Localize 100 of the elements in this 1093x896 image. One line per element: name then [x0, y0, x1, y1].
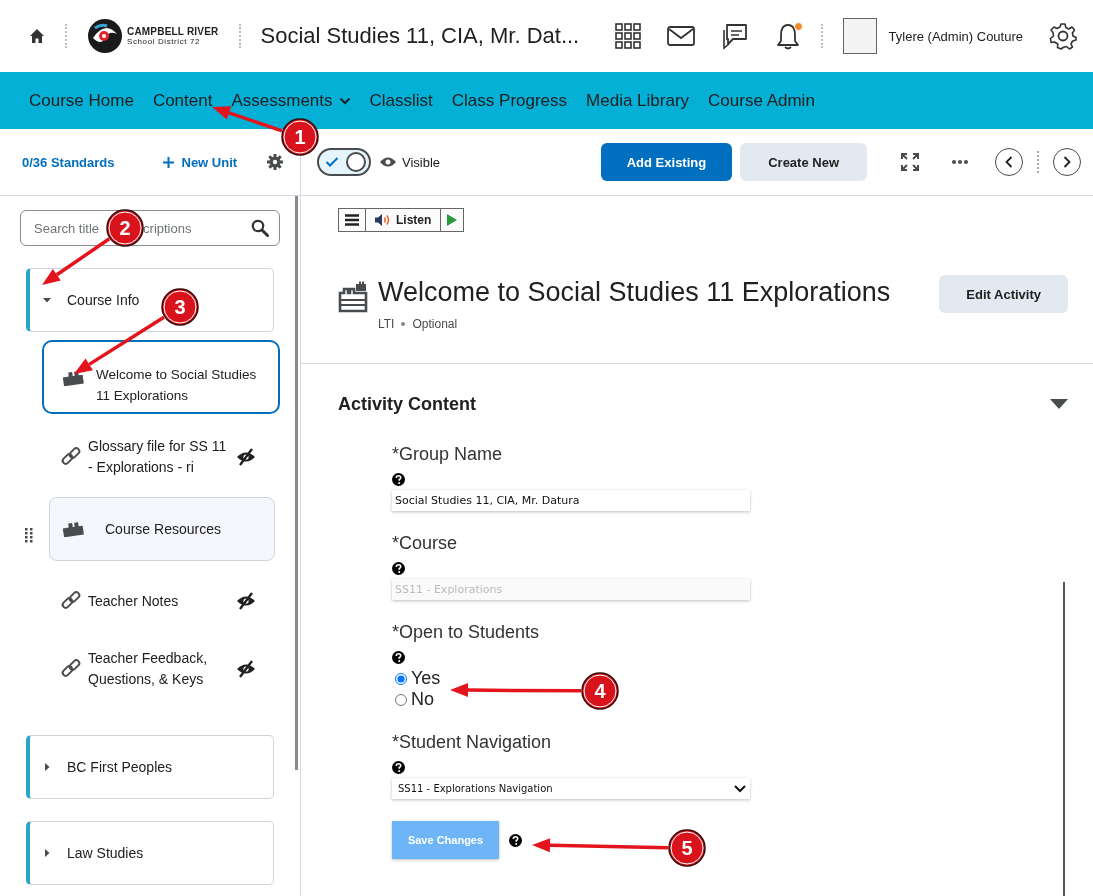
section-title: Activity Content [338, 393, 476, 415]
item-title: Welcome to Social Studies 11 Explorations [96, 366, 258, 405]
chevron-right-icon [1063, 156, 1071, 168]
eye-slash-icon [236, 448, 256, 466]
field-label: *Group Name [392, 444, 503, 465]
item-title: Course Resources [105, 519, 222, 539]
chevron-down-icon [734, 784, 746, 793]
settings-icon [266, 153, 284, 171]
chat-button[interactable] [720, 22, 749, 50]
checkmark-icon [325, 156, 339, 168]
home-button[interactable] [29, 28, 45, 44]
listen-label[interactable]: Listen [396, 213, 432, 227]
separator-dot [401, 322, 406, 326]
text-field[interactable]: Social Studies 11, CIA, Mr. Datura [392, 490, 750, 511]
menu-icon[interactable] [345, 214, 359, 226]
scrollbar[interactable] [1063, 582, 1065, 896]
nav-link[interactable]: Media Library [586, 90, 690, 111]
step-number-badge: 3 [161, 288, 199, 326]
nav-link[interactable]: Assessments [231, 90, 351, 111]
bell-icon [774, 22, 801, 50]
content-item[interactable]: Welcome to Social Studies 11 Explorations [42, 340, 280, 414]
eye-slash-icon [236, 592, 256, 610]
activity-title: Welcome to Social Studies 11 Explorations [378, 276, 892, 309]
edit-activity-button[interactable]: Edit Activity [939, 275, 1068, 313]
help-icon [392, 562, 405, 575]
step-number-badge: 2 [106, 209, 144, 247]
home-icon [29, 28, 45, 44]
link-icon [60, 590, 82, 612]
new-unit-link[interactable]: New Unit [162, 154, 238, 170]
content-item[interactable]: Teacher Feedback, Questions, & Keys [58, 636, 278, 702]
unit-card[interactable]: Law Studies [26, 821, 274, 885]
settings-button[interactable] [1049, 22, 1077, 50]
field-label: *Open to Students [392, 622, 540, 643]
notifications-button[interactable] [774, 22, 801, 50]
unit-title: BC First Peoples [67, 759, 173, 775]
chat-icon [720, 22, 749, 50]
radio-button[interactable] [395, 693, 407, 706]
content-item[interactable]: Glossary file for SS 11 - Explorations - ri [58, 424, 278, 490]
link-icon [60, 446, 82, 468]
speaker-icon [374, 213, 392, 227]
unit-title: Course Info [67, 292, 140, 308]
add-existing-button[interactable]: Add Existing [600, 143, 733, 181]
play-icon[interactable] [447, 214, 458, 226]
logo-name: CAMPBELL RIVER [127, 26, 219, 37]
nav-link[interactable]: Course Admin [708, 90, 815, 111]
help-icon [509, 833, 522, 847]
unit-card[interactable]: BC First Peoples [26, 735, 274, 799]
help-icon [392, 473, 405, 486]
more-options-icon [951, 159, 969, 165]
field-label: *Course [392, 533, 458, 554]
scrollbar[interactable] [295, 196, 298, 770]
logo-subtitle: School District 72 [127, 37, 202, 46]
help-icon [392, 651, 405, 664]
search-icon [251, 219, 269, 237]
nav-link[interactable]: Class Progress [451, 90, 568, 111]
standards-link[interactable]: 0/36 Standards [22, 154, 115, 170]
settings-button[interactable] [266, 153, 284, 171]
drag-handle-icon[interactable] [24, 527, 34, 543]
fullscreen-icon [901, 153, 919, 171]
visibility-label: Visible [402, 154, 441, 170]
app-launcher-button[interactable] [614, 23, 641, 49]
lesson-card[interactable]: Course Resources [49, 497, 275, 561]
mail-button[interactable] [666, 26, 695, 46]
course-title: Social Studies 11, CIA, Mr. Dat... [260, 23, 580, 49]
eye-icon [379, 156, 397, 168]
field-label: *Student Navigation [392, 732, 552, 753]
callout-arrow [42, 237, 111, 285]
brick-stack-icon [338, 281, 368, 313]
radio-label[interactable]: Yes [411, 668, 441, 689]
chevron-left-icon [1005, 156, 1013, 168]
radio-button[interactable] [395, 672, 407, 685]
content-item[interactable]: Teacher Notes [58, 573, 278, 629]
avatar-image [842, 18, 877, 54]
link-icon [60, 658, 82, 680]
step-number-badge: 4 [581, 672, 619, 710]
radio-label[interactable]: No [411, 689, 434, 710]
item-title: Glossary file for SS 11 - Explorations - ri [88, 437, 228, 477]
logo-emblem-icon [87, 18, 123, 54]
visibility-toggle[interactable] [317, 148, 371, 176]
item-title: Teacher Feedback, Questions, & Keys [88, 649, 209, 689]
caret-down-icon[interactable] [1050, 399, 1068, 409]
user-menu-button[interactable]: Tylere (Admin) Couture [842, 18, 1023, 54]
plus-icon [162, 156, 174, 168]
eye-slash-icon [236, 660, 256, 678]
help-icon [392, 761, 405, 774]
nav-link[interactable]: Course Home [29, 90, 134, 111]
activity-meta: Optional [412, 317, 458, 331]
unit-title: Law Studies [67, 845, 144, 861]
item-title: Teacher Notes [88, 591, 180, 611]
app-grid-icon [614, 23, 641, 49]
listen-toolbar[interactable]: Listen [338, 208, 465, 232]
mail-icon [666, 26, 695, 46]
nav-link[interactable]: Content [152, 90, 213, 111]
nav-link[interactable]: Classlist [369, 90, 433, 111]
create-new-button[interactable]: Create New [740, 143, 867, 181]
brick-icon [62, 370, 84, 386]
callout-arrow [212, 106, 283, 133]
dropdown-field[interactable]: SS11 - Explorations Navigation [392, 778, 750, 799]
activity-meta: LTI [378, 317, 395, 331]
brick-icon [62, 521, 84, 537]
